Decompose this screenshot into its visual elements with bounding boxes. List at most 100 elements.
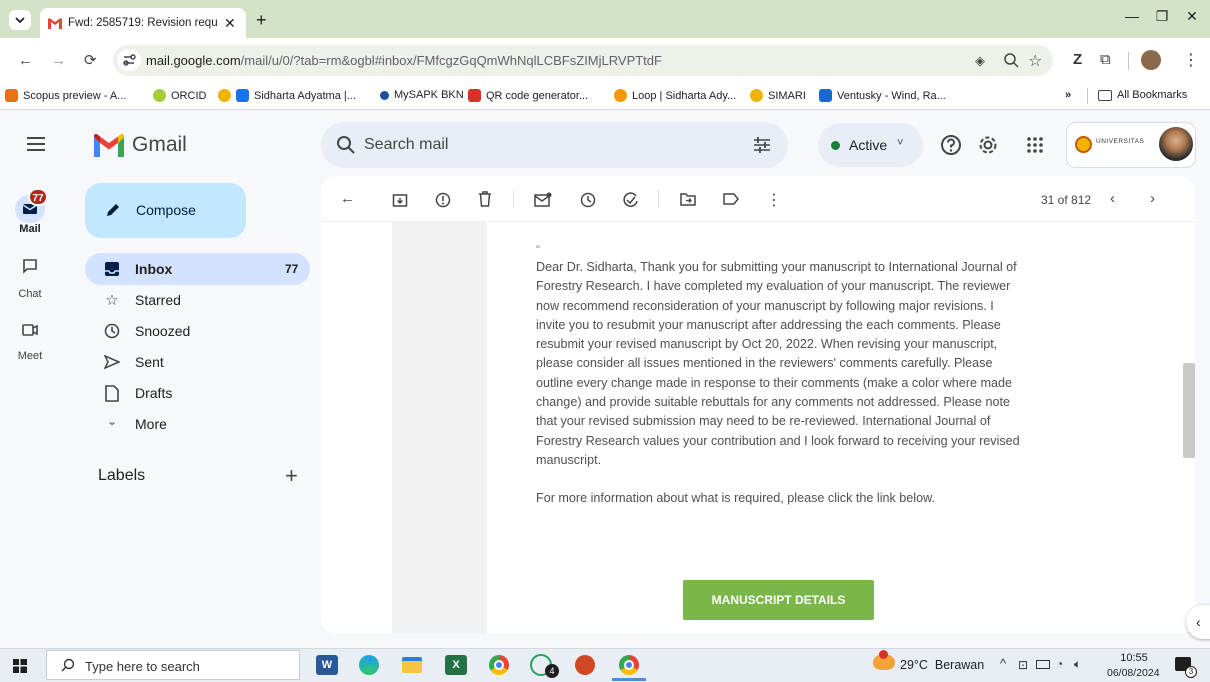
bookmark-simari[interactable]: SIMARI <box>750 89 806 102</box>
zoom-icon[interactable] <box>1003 52 1019 68</box>
bookmark-qr[interactable]: QR code generator... <box>468 89 588 102</box>
nav-sent[interactable]: Sent <box>135 354 164 370</box>
bookmark-sidharta[interactable]: Sidharta Adyatma |... <box>218 89 356 102</box>
file-explorer-icon[interactable] <box>402 657 422 673</box>
extensions-icon[interactable]: ⧉ <box>1100 51 1111 68</box>
powerpoint-app-icon[interactable] <box>575 655 595 675</box>
tab-close-icon[interactable]: ✕ <box>224 15 236 32</box>
gmail-logo[interactable]: Gmail <box>94 133 187 157</box>
delete-icon[interactable] <box>478 191 492 207</box>
meet-icon[interactable] <box>22 323 38 337</box>
eye-off-icon[interactable]: ◈ <box>975 53 985 69</box>
newer-chevron-icon[interactable]: ‹ <box>1110 190 1115 207</box>
main-menu-icon[interactable] <box>26 136 46 152</box>
rail-chat-label[interactable]: Chat <box>10 288 50 300</box>
bookmarks-overflow-button[interactable]: » <box>1065 89 1071 101</box>
chrome-app-icon[interactable] <box>489 655 509 675</box>
back-to-inbox-icon[interactable]: ← <box>340 190 355 207</box>
reload-icon[interactable]: ⟳ <box>84 51 97 69</box>
bookmark-loop[interactable]: Loop | Sidharta Ady... <box>614 89 736 102</box>
help-icon[interactable] <box>940 134 962 156</box>
back-icon[interactable]: ← <box>18 52 33 69</box>
clock-time[interactable]: 10:55 <box>1114 652 1154 664</box>
restore-button[interactable]: ❐ <box>1150 8 1174 25</box>
move-to-icon[interactable] <box>680 192 696 206</box>
gmail-wordmark: Gmail <box>132 133 187 156</box>
tray-app-icon[interactable]: ⊡ <box>1018 658 1028 672</box>
chevron-down-icon: ˅ <box>897 137 904 149</box>
search-icon[interactable] <box>336 135 356 155</box>
bookmark-ventusky[interactable]: Ventusky - Wind, Ra... <box>819 89 946 102</box>
older-chevron-icon[interactable]: › <box>1150 190 1155 207</box>
manuscript-details-button[interactable]: MANUSCRIPT DETAILS <box>683 580 874 620</box>
account-avatar[interactable] <box>1159 127 1193 161</box>
simari-icon <box>750 89 763 102</box>
new-tab-button[interactable]: + <box>256 10 267 31</box>
rail-mail-label: Mail <box>19 223 41 235</box>
scrollbar-thumb[interactable] <box>1183 363 1195 458</box>
snooze-icon[interactable] <box>580 192 596 208</box>
site-info-icon[interactable] <box>117 49 141 71</box>
weather-text[interactable]: 29°C Berawan <box>900 658 984 672</box>
play-icon <box>236 89 249 102</box>
folder-icon <box>1098 89 1112 101</box>
add-label-button[interactable]: + <box>285 463 298 489</box>
chevron-down-icon: ⌄ <box>106 414 118 428</box>
weather-icon[interactable] <box>873 650 895 670</box>
archive-icon[interactable] <box>392 192 408 208</box>
excel-app-icon[interactable]: X <box>445 655 467 675</box>
profile-avatar[interactable] <box>1141 50 1161 70</box>
label-icon[interactable] <box>723 192 739 206</box>
search-input[interactable]: Search mail <box>364 136 448 154</box>
email-more-info: For more information about what is requi… <box>536 491 935 506</box>
search-options-icon[interactable] <box>752 136 772 154</box>
windows-start-icon[interactable] <box>13 659 27 673</box>
clock-date[interactable]: 06/08/2024 <box>1107 667 1160 679</box>
edge-app-icon[interactable] <box>359 655 379 675</box>
nav-snoozed[interactable]: Snoozed <box>135 323 190 339</box>
forward-icon[interactable]: → <box>51 52 66 69</box>
chat-icon[interactable] <box>22 258 38 274</box>
wifi-icon[interactable]: ◔ <box>1056 657 1063 671</box>
all-bookmarks-button[interactable]: All Bookmarks <box>1098 89 1187 101</box>
browser-tab[interactable]: Fwd: 2585719: Revision request ✕ <box>40 8 246 38</box>
close-window-button[interactable]: ✕ <box>1180 8 1204 25</box>
nav-more[interactable]: More <box>135 416 167 432</box>
nav-inbox-label: Inbox <box>135 261 173 277</box>
side-panel-toggle-icon[interactable]: ‹ <box>1186 605 1210 639</box>
pagination-text: 31 of 812 <box>1041 193 1092 207</box>
notifications-count: 3 <box>1185 666 1197 678</box>
tray-chevron-up-icon[interactable]: ^ <box>1000 656 1006 671</box>
settings-gear-icon[interactable] <box>977 134 999 156</box>
add-to-tasks-icon[interactable] <box>622 191 640 209</box>
url-text[interactable]: mail.google.com/mail/u/0/?tab=rm&ogbl#in… <box>146 53 662 68</box>
star-icon: ☆ <box>105 292 119 309</box>
report-spam-icon[interactable] <box>435 192 451 208</box>
bookmark-orcid[interactable]: ORCID <box>153 89 206 102</box>
draft-icon <box>105 385 119 402</box>
rail-meet-label[interactable]: Meet <box>10 350 50 362</box>
minimize-button[interactable]: — <box>1120 8 1144 24</box>
bookmark-star-icon[interactable]: ☆ <box>1028 51 1042 71</box>
taskbar-search-input[interactable]: Type here to search <box>85 659 200 674</box>
labels-heading: Labels <box>98 467 146 484</box>
word-app-icon[interactable]: W <box>316 655 338 675</box>
nav-starred[interactable]: Starred <box>135 292 181 308</box>
tab-search-button[interactable] <box>9 10 31 30</box>
mark-unread-icon[interactable] <box>534 192 552 208</box>
bookmark-mysapk[interactable]: MySAPK BKN <box>380 89 464 101</box>
zotero-extension-icon[interactable]: Z <box>1073 51 1082 68</box>
gmail-favicon-icon <box>48 17 62 29</box>
toolbar-divider <box>658 190 659 208</box>
apps-grid-icon[interactable] <box>1027 137 1043 153</box>
chrome-app-icon-2[interactable] <box>619 655 639 675</box>
ventusky-icon <box>819 89 832 102</box>
browser-tab-strip: Fwd: 2585719: Revision request ✕ + — ❐ ✕ <box>0 0 1210 38</box>
more-options-icon[interactable]: ⋮ <box>766 190 782 210</box>
pencil-icon <box>104 201 122 219</box>
bookmark-scopus[interactable]: Scopus preview - A... <box>5 89 126 102</box>
nav-drafts[interactable]: Drafts <box>135 385 172 401</box>
battery-icon[interactable] <box>1036 660 1050 669</box>
volume-icon[interactable]: 🔈︎ <box>1074 657 1081 672</box>
browser-menu-icon[interactable]: ⋮ <box>1183 50 1199 70</box>
